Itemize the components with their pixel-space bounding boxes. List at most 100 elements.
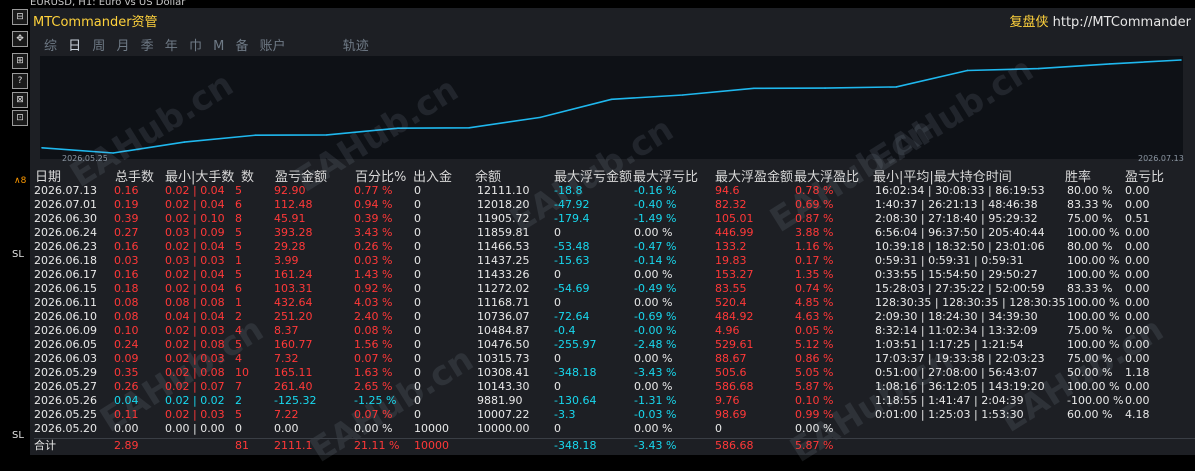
tab-day[interactable]: 日 <box>68 35 81 54</box>
brand-link[interactable]: http://MTCommander <box>1053 15 1191 30</box>
cell-count: 1 <box>235 254 242 267</box>
tab-month[interactable]: 月 <box>116 35 129 54</box>
balance-point <box>610 98 613 101</box>
tab-comment[interactable]: 备 <box>235 35 248 54</box>
brand-name: 复盘侠 <box>1009 15 1049 30</box>
cell-profit-factor: 0.00 <box>1125 338 1150 351</box>
cell-max-float-profit-pct: 5.87 % <box>795 380 834 393</box>
cell-max-float-profit-pct: 3.88 % <box>795 226 834 239</box>
table-row: 2026.06.30 0.39 0.02 | 0.10 8 45.91 0.39 % 0 11… <box>34 212 1195 226</box>
cell-max-float-profit: 83.55 <box>715 282 747 295</box>
cell-holding-time: 17:03:37 | 19:33:38 | 22:03:23 <box>875 352 1045 365</box>
cell-pnl: 3.99 <box>274 254 299 267</box>
cell-pnl: 0.00 <box>274 422 299 435</box>
cell-lots: 0.16 <box>114 184 139 197</box>
cell-min-max: 0.00 | 0.00 <box>165 422 225 435</box>
tab-symbol[interactable]: 巾 <box>189 35 202 54</box>
cell-percent: 4.03 % <box>354 296 393 309</box>
cell-lots: 0.03 <box>114 254 139 267</box>
total-n: 81 <box>235 439 249 452</box>
cell-max-float-profit-pct: 4.63 % <box>795 310 834 323</box>
cell-max-float-profit-pct: 0.99 % <box>795 408 834 421</box>
cell-max-float-profit-pct: 0.00 % <box>795 422 834 435</box>
cell-count: 8 <box>235 212 242 225</box>
cell-date: 2026.05.29 <box>34 366 97 379</box>
move-icon[interactable]: ✥ <box>12 31 28 47</box>
window-icon[interactable]: ⊡ <box>12 110 28 126</box>
cell-count: 6 <box>235 282 242 295</box>
balance-point <box>183 141 186 143</box>
cell-win-rate: 75.00 % <box>1067 324 1113 337</box>
tab-track[interactable]: 轨迹 <box>343 35 369 54</box>
cell-max-float-profit: 153.27 <box>715 268 754 281</box>
clear-icon[interactable]: ⊞ <box>12 53 28 69</box>
tab-year[interactable]: 年 <box>165 35 178 54</box>
tab-account[interactable]: 账户 <box>260 35 286 54</box>
cell-percent: 1.43 % <box>354 268 393 281</box>
cell-max-float-loss: -130.64 <box>554 394 597 407</box>
cell-pnl: 112.48 <box>274 198 313 211</box>
cell-pnl: -125.32 <box>274 394 317 407</box>
tab-summary[interactable]: 综 <box>44 35 57 54</box>
table-row: 2026.06.03 0.09 0.02 | 0.03 4 7.32 0.07 % 0 103… <box>34 352 1195 366</box>
cell-deposit: 0 <box>414 394 421 407</box>
cell-date: 2026.06.05 <box>34 338 97 351</box>
cell-lots: 0.00 <box>114 422 139 435</box>
cell-profit-factor: 0.00 <box>1125 240 1150 253</box>
minimize-icon[interactable]: ⊟ <box>12 9 28 25</box>
cell-balance: 11168.71 <box>477 296 530 309</box>
cell-max-float-loss-pct: -0.40 % <box>634 198 677 211</box>
tab-magic[interactable]: M <box>213 39 224 54</box>
cell-min-max: 0.02 | 0.03 <box>165 408 225 421</box>
total-mflp: -3.43 % <box>634 439 677 452</box>
cell-pnl: 7.22 <box>274 408 299 421</box>
cell-win-rate: 100.00 % <box>1067 296 1120 309</box>
cell-max-float-loss: -3.3 <box>554 408 576 421</box>
cell-pnl: 7.32 <box>274 352 299 365</box>
cell-holding-time: 10:39:18 | 18:32:50 | 23:01:06 <box>875 240 1045 253</box>
balance-point <box>254 134 257 137</box>
cell-win-rate: 100.00 % <box>1067 380 1120 393</box>
cell-win-rate: 80.00 % <box>1067 184 1113 197</box>
cell-max-float-profit-pct: 5.12 % <box>795 338 834 351</box>
cell-pnl: 45.91 <box>274 212 306 225</box>
cell-balance: 11437.25 <box>477 254 530 267</box>
balance-point <box>824 87 826 89</box>
cell-max-float-loss-pct: -0.47 % <box>634 240 677 253</box>
balance-point <box>895 86 898 88</box>
cell-profit-factor: 0.00 <box>1125 268 1150 281</box>
cell-min-max: 0.02 | 0.08 <box>165 338 225 351</box>
cell-pnl: 432.64 <box>274 296 313 309</box>
cell-max-float-loss-pct: -1.49 % <box>634 212 677 225</box>
cell-win-rate: 75.00 % <box>1067 352 1113 365</box>
cell-max-float-loss-pct: -1.31 % <box>634 394 677 407</box>
chart-x-end-label: 2026.07.13 <box>1138 154 1184 163</box>
cell-max-float-loss: 0 <box>554 296 561 309</box>
cell-pnl: 92.90 <box>274 184 306 197</box>
cell-win-rate: 100.00 % <box>1067 254 1120 267</box>
cell-max-float-loss: -47.92 <box>554 198 590 211</box>
cell-date: 2026.06.10 <box>34 310 97 323</box>
cell-max-float-profit: 4.96 <box>715 324 740 337</box>
cell-count: 6 <box>235 198 242 211</box>
table-row: 2026.06.15 0.18 0.02 | 0.04 6 103.31 0.92 % 0 1… <box>34 282 1195 296</box>
cell-max-float-profit-pct: 0.05 % <box>795 324 834 337</box>
cell-deposit: 0 <box>414 268 421 281</box>
cell-win-rate: 75.00 % <box>1067 212 1113 225</box>
cell-pnl: 103.31 <box>274 282 313 295</box>
cell-count: 0 <box>235 422 242 435</box>
cell-max-float-loss-pct: 0.00 % <box>634 296 673 309</box>
table-row: 2026.06.24 0.27 0.03 | 0.09 5 393.28 3.43 % 0 1… <box>34 226 1195 240</box>
tab-week[interactable]: 周 <box>92 35 105 54</box>
cell-win-rate: 100.00 % <box>1067 268 1120 281</box>
cell-lots: 0.27 <box>114 226 139 239</box>
cell-balance: 9881.90 <box>477 394 523 407</box>
tab-quarter[interactable]: 季 <box>141 35 154 54</box>
cell-max-float-loss-pct: -0.14 % <box>634 254 677 267</box>
cell-deposit: 0 <box>414 338 421 351</box>
panel-icon[interactable]: ⊠ <box>12 92 28 108</box>
help-icon[interactable]: ? <box>12 73 28 89</box>
cell-max-float-profit-pct: 0.69 % <box>795 198 834 211</box>
symbol-title: EURUSD, H1: Euro vs US Dollar <box>30 0 186 8</box>
cell-profit-factor: 0.00 <box>1125 282 1150 295</box>
